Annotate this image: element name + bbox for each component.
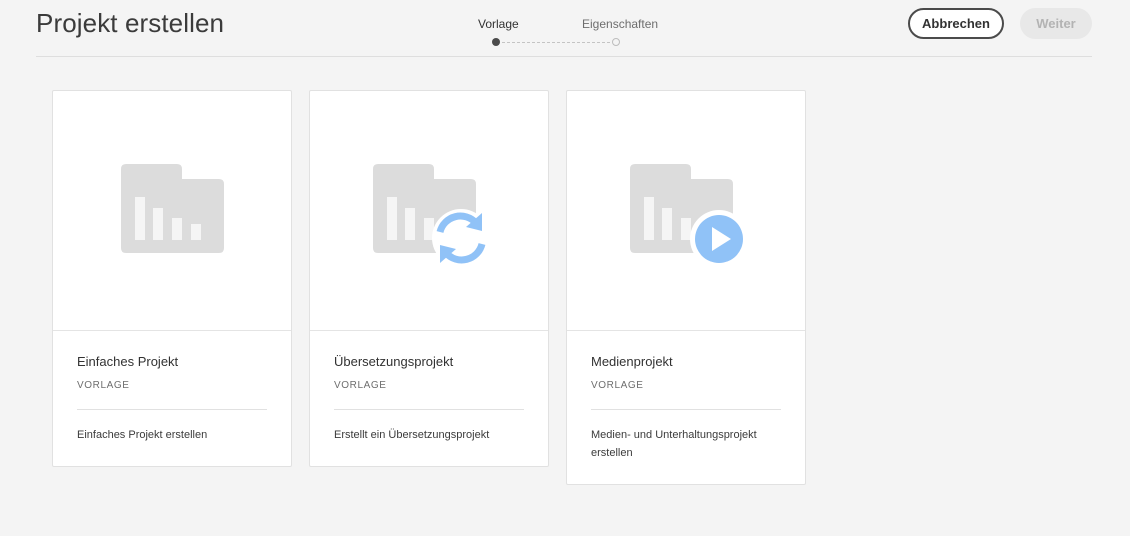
page-title: Projekt erstellen — [36, 8, 225, 38]
folder-chart-play-icon — [630, 164, 748, 268]
template-card-einfaches-projekt[interactable]: Einfaches Projekt VORLAGE Einfaches Proj… — [52, 90, 292, 467]
page-header: Projekt erstellen Vorlage Eigenschaften … — [36, 0, 1092, 57]
step-indicator: Vorlage Eigenschaften — [478, 17, 668, 49]
folder-chart-icon — [121, 164, 224, 253]
next-button[interactable]: Weiter — [1020, 8, 1092, 39]
card-title: Medienprojekt — [591, 354, 673, 369]
card-title: Übersetzungsprojekt — [334, 354, 454, 369]
step-connector — [502, 41, 610, 43]
step-dot-active — [492, 38, 500, 46]
card-divider — [77, 409, 267, 410]
template-card-uebersetzungsprojekt[interactable]: Übersetzungsprojekt VORLAGE Erstellt ein… — [309, 90, 549, 467]
cancel-button[interactable]: Abbrechen — [908, 8, 1004, 39]
card-description: Einfaches Projekt erstellen — [77, 429, 208, 441]
step-dot-inactive — [612, 38, 620, 46]
card-thumbnail — [310, 91, 548, 331]
template-card-medienprojekt[interactable]: Medienprojekt VORLAGE Medien- und Unterh… — [566, 90, 806, 485]
card-subtitle: VORLAGE — [77, 380, 130, 391]
card-thumbnail — [53, 91, 291, 331]
card-subtitle: VORLAGE — [334, 380, 387, 391]
step-label-vorlage: Vorlage — [478, 17, 519, 31]
card-divider — [591, 409, 781, 410]
card-description: Erstellt ein Übersetzungsprojekt — [334, 429, 490, 441]
card-subtitle: VORLAGE — [591, 380, 644, 391]
card-description: Medien- und Unterhaltungsprojekt erstell… — [591, 429, 757, 459]
folder-chart-sync-icon — [373, 164, 490, 267]
step-label-eigenschaften: Eigenschaften — [582, 17, 659, 31]
card-title: Einfaches Projekt — [77, 354, 179, 369]
card-divider — [334, 409, 524, 410]
card-thumbnail — [567, 91, 805, 331]
